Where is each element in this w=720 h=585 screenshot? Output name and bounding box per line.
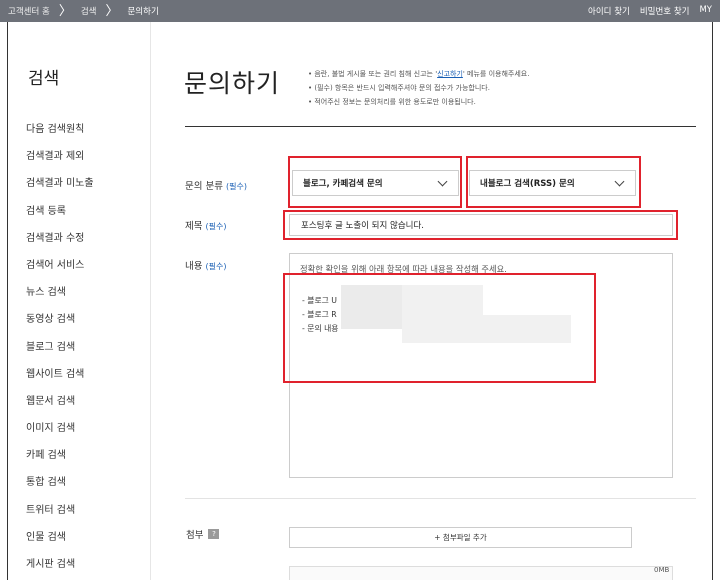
divider <box>185 498 696 499</box>
notice-item: (필수) 항목은 반드시 입력해주셔야 문의 접수가 가능합니다. <box>308 81 529 95</box>
report-link[interactable]: 신고하기 <box>437 70 463 78</box>
sidebar-item[interactable]: 인물 검색 <box>26 531 94 558</box>
my-link[interactable]: MY <box>699 5 712 17</box>
sidebar-item[interactable]: 이미지 검색 <box>26 422 94 449</box>
breadcrumb-search-link[interactable]: 검색 <box>81 5 97 17</box>
sidebar-item[interactable]: 웹문서 검색 <box>26 395 94 422</box>
sidebar-item[interactable]: 다음 검색원칙 <box>26 123 94 150</box>
find-password-link[interactable]: 비밀번호 찾기 <box>640 5 690 17</box>
breadcrumb-current: 문의하기 <box>127 7 159 17</box>
sidebar-item[interactable]: 동영상 검색 <box>26 313 94 340</box>
sidebar-item[interactable]: 게시판 검색 <box>26 558 94 585</box>
content-label-text: 내용 <box>185 261 203 272</box>
sidebar-item[interactable]: 웹사이트 검색 <box>26 368 94 395</box>
required-tag: (필수) <box>226 182 247 191</box>
chevron-right-icon: 〉 <box>105 3 119 19</box>
sidebar-item[interactable]: 검색 등록 <box>26 205 94 232</box>
add-attachment-button[interactable]: + 첨부파일 추가 <box>289 527 632 548</box>
notice-list: 음란, 불법 게시물 또는 권리 침해 신고는 '신고하기' 메뉴를 이용해주세… <box>308 67 529 109</box>
attachment-label-text: 첨부 <box>186 530 204 541</box>
notice-item: 음란, 불법 게시물 또는 권리 침해 신고는 '신고하기' 메뉴를 이용해주세… <box>308 67 529 81</box>
sidebar-item[interactable]: 검색어 서비스 <box>26 259 94 286</box>
highlight-box <box>283 273 596 383</box>
divider <box>185 126 696 127</box>
required-tag: (필수) <box>205 222 227 231</box>
sidebar-item[interactable]: 카페 검색 <box>26 449 94 476</box>
attachment-size: 0MB <box>654 566 670 574</box>
notice-item: 적어주신 정보는 문의처리를 위한 용도로만 이용됩니다. <box>308 95 529 109</box>
highlight-box <box>283 210 678 240</box>
top-bar: 고객센터 홈 〉 검색 〉 문의하기 아이디 찾기 비밀번호 찾기 MY <box>0 0 720 22</box>
find-id-link[interactable]: 아이디 찾기 <box>588 5 630 17</box>
attachment-list <box>289 566 673 580</box>
sidebar-item[interactable]: 뉴스 검색 <box>26 286 94 313</box>
content-label: 내용 (필수) <box>185 258 226 272</box>
highlight-box <box>288 156 462 208</box>
category-label: 문의 분류 (필수) <box>185 178 247 192</box>
top-links: 아이디 찾기 비밀번호 찾기 MY <box>588 5 720 17</box>
highlight-box <box>466 156 641 208</box>
sidebar-item[interactable]: 검색결과 수정 <box>26 232 94 259</box>
title-label-text: 제목 <box>185 221 203 232</box>
sidebar-item[interactable]: 블로그 검색 <box>26 341 94 368</box>
sidebar-item[interactable]: 검색결과 미노출 <box>26 177 94 204</box>
notice-text: 음란, 불법 게시물 또는 권리 침해 신고는 ' <box>314 70 438 78</box>
sidebar-item[interactable]: 검색결과 제외 <box>26 150 94 177</box>
sidebar: 검색 다음 검색원칙 검색결과 제외 검색결과 미노출 검색 등록 검색결과 수… <box>8 22 151 580</box>
attachment-label: 첨부 ? <box>186 527 220 541</box>
breadcrumb-home-link[interactable]: 고객센터 홈 <box>8 5 50 17</box>
title-label: 제목 (필수) <box>185 218 226 232</box>
chevron-right-icon: 〉 <box>58 3 72 19</box>
sidebar-item[interactable]: 트위터 검색 <box>26 504 94 531</box>
sidebar-title: 검색 <box>28 69 60 89</box>
sidebar-list: 다음 검색원칙 검색결과 제외 검색결과 미노출 검색 등록 검색결과 수정 검… <box>26 123 94 585</box>
breadcrumb: 고객센터 홈 〉 검색 〉 문의하기 <box>0 5 159 18</box>
category-label-text: 문의 분류 <box>185 181 223 192</box>
sidebar-item[interactable]: 통합 검색 <box>26 476 94 503</box>
required-tag: (필수) <box>205 262 227 271</box>
page-title: 문의하기 <box>184 69 281 98</box>
notice-text: ' 메뉴를 이용해주세요. <box>462 70 530 78</box>
question-icon[interactable]: ? <box>208 529 220 539</box>
